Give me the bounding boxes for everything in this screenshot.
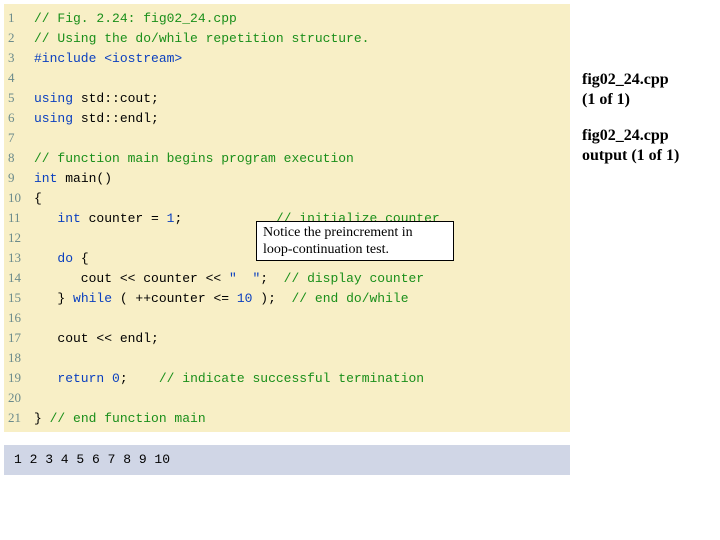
code-line: 5using std::cout; [8,88,564,108]
line-number: 8 [8,148,34,168]
code-listing: 1// Fig. 2.24: fig02_24.cpp2// Using the… [4,4,570,432]
code-text: } // end function main [34,409,206,429]
code-line: 17 cout << endl; [8,328,564,348]
line-number: 14 [8,268,34,288]
line-number: 11 [8,208,34,228]
code-line: 10{ [8,188,564,208]
line-number: 18 [8,348,34,368]
code-text: using std::endl; [34,109,159,129]
code-text: // function main begins program executio… [34,149,354,169]
line-number: 20 [8,388,34,408]
code-line: 9int main() [8,168,564,188]
line-number: 9 [8,168,34,188]
line-number: 19 [8,368,34,388]
line-number: 1 [8,8,34,28]
line-number: 10 [8,188,34,208]
code-line: 18 [8,348,564,368]
file-name: fig02_24.cpp [582,71,669,88]
line-number: 15 [8,288,34,308]
line-number: 2 [8,28,34,48]
source-file-label: fig02_24.cpp (1 of 1) [582,70,712,110]
code-line: 4 [8,68,564,88]
code-line: 14 cout << counter << " "; // display co… [8,268,564,288]
code-line: 16 [8,308,564,328]
line-number: 17 [8,328,34,348]
code-line: 15 } while ( ++counter <= 10 ); // end d… [8,288,564,308]
code-text: { [34,189,42,209]
line-number: 6 [8,108,34,128]
code-line: 19 return 0; // indicate successful term… [8,368,564,388]
annotation-callout: Notice the preincrement in loop-continua… [256,221,454,261]
file-part: output (1 of 1) [582,147,679,164]
line-number: 21 [8,408,34,428]
code-text: using std::cout; [34,89,159,109]
line-number: 5 [8,88,34,108]
code-text: cout << endl; [34,329,159,349]
program-output: 1 2 3 4 5 6 7 8 9 10 [4,445,570,475]
code-text: #include <iostream> [34,49,182,69]
line-number: 7 [8,128,34,148]
line-number: 13 [8,248,34,268]
file-part: (1 of 1) [582,91,630,108]
code-text: int main() [34,169,112,189]
code-line: 2// Using the do/while repetition struct… [8,28,564,48]
code-text: } while ( ++counter <= 10 ); // end do/w… [34,289,409,309]
code-line: 7 [8,128,564,148]
code-line: 20 [8,388,564,408]
side-labels: fig02_24.cpp (1 of 1) fig02_24.cpp outpu… [582,70,712,182]
line-number: 12 [8,228,34,248]
callout-text-line2: loop-continuation test. [263,242,389,257]
file-name: fig02_24.cpp [582,127,669,144]
line-number: 16 [8,308,34,328]
code-text: // Fig. 2.24: fig02_24.cpp [34,9,237,29]
line-number: 4 [8,68,34,88]
code-line: 8// function main begins program executi… [8,148,564,168]
code-line: 3#include <iostream> [8,48,564,68]
code-text: cout << counter << " "; // display count… [34,269,424,289]
code-line: 1// Fig. 2.24: fig02_24.cpp [8,8,564,28]
output-file-label: fig02_24.cpp output (1 of 1) [582,126,712,166]
code-text: // Using the do/while repetition structu… [34,29,369,49]
code-line: 6using std::endl; [8,108,564,128]
callout-text-line1: Notice the preincrement in [263,225,413,240]
code-text: return 0; // indicate successful termina… [34,369,424,389]
code-line: 21} // end function main [8,408,564,428]
code-text: do { [34,249,89,269]
line-number: 3 [8,48,34,68]
